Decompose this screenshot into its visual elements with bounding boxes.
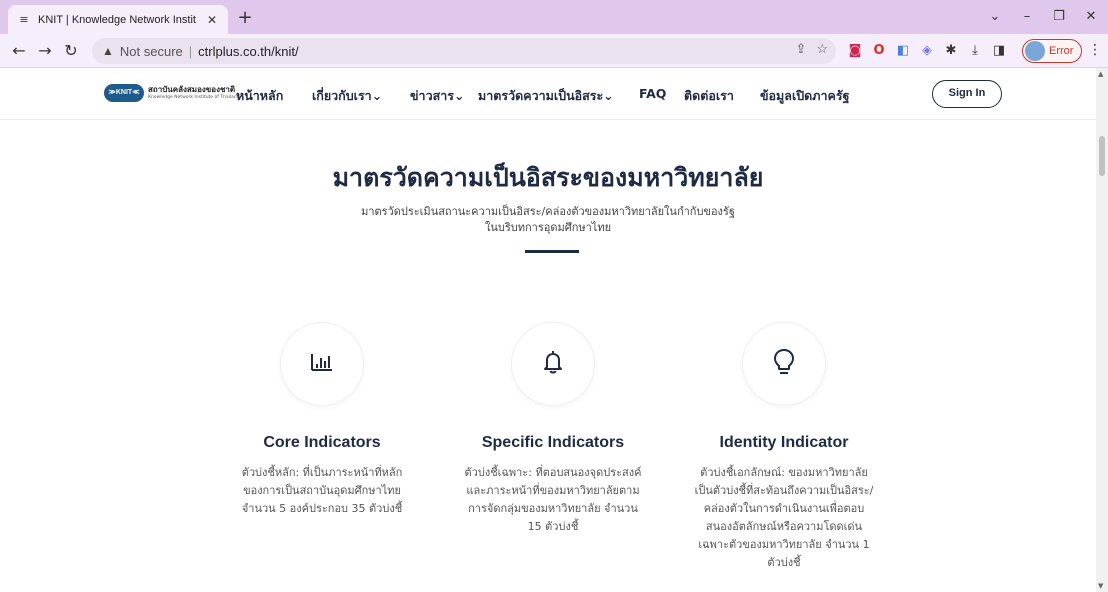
site-logo[interactable]: ≫KNIT≪ สถาบันคลังสมองของชาติ Knowledge N… xyxy=(104,84,240,102)
tab-close-icon[interactable]: ✕ xyxy=(204,12,220,28)
side-panel-icon[interactable]: ◨ xyxy=(990,42,1008,60)
logo-line-1: สถาบันคลังสมองของชาติ xyxy=(148,85,236,94)
back-button[interactable]: ← xyxy=(8,41,30,63)
browser-tab-active[interactable]: ≡ KNIT | Knowledge Network Instit ✕ xyxy=(8,5,228,34)
new-tab-button[interactable]: + xyxy=(234,8,256,30)
nav-autonomy-metric[interactable]: มาตรวัดความเป็นอิสระ⌄ xyxy=(478,86,614,106)
avatar xyxy=(1025,41,1045,61)
reload-button[interactable]: ↻ xyxy=(60,41,82,63)
nav-contact[interactable]: ติดต่อเรา xyxy=(684,86,734,106)
close-window-button[interactable]: ✕ xyxy=(1076,6,1106,28)
address-separator: | xyxy=(188,43,193,59)
page-scrollbar[interactable]: ▲ ▼ xyxy=(1096,68,1108,592)
extension-red-icon[interactable]: ◙ xyxy=(846,42,864,60)
page-title: มาตรวัดความเป็นอิสระของมหาวิทยาลัย xyxy=(332,163,764,192)
download-icon[interactable]: ⤓ xyxy=(966,42,984,60)
nav-about[interactable]: เกี่ยวกับเรา⌄ xyxy=(312,86,382,106)
warning-icon: ▲ xyxy=(102,44,114,58)
logo-line-2: Knowledge Network Institute of Thailand xyxy=(148,95,240,100)
scroll-down-icon[interactable]: ▼ xyxy=(1098,582,1103,590)
scroll-up-icon[interactable]: ▲ xyxy=(1098,70,1103,78)
nav-news[interactable]: ข่าวสาร⌄ xyxy=(410,86,464,106)
not-secure-label: Not secure xyxy=(119,43,183,59)
lightbulb-icon xyxy=(773,348,795,380)
card-icon-circle xyxy=(280,322,364,406)
page-subtitle-line-2: ในบริบทการอุดมศึกษาไทย xyxy=(484,221,612,234)
tab-strip: ≡ KNIT | Knowledge Network Instit ✕ + ⌄ … xyxy=(0,0,1108,34)
site-favicon-icon: ≡ xyxy=(19,13,29,26)
page-subtitle-line-1: มาตรวัดประเมินสถานะความเป็นอิสระ/คล่องตั… xyxy=(361,205,735,218)
bell-icon xyxy=(541,349,565,379)
site-navbar: ≫KNIT≪ สถาบันคลังสมองของชาติ Knowledge N… xyxy=(0,68,1096,120)
card-title: Specific Indicators xyxy=(481,434,625,451)
nav-home[interactable]: หน้าหลัก xyxy=(236,86,283,106)
card-description: ตัวบ่งชี้หลัก: ที่เป็นภาระหน้าที่หลักของ… xyxy=(241,466,403,515)
card-title: Core Indicators xyxy=(263,434,381,451)
diamond-extension-icon[interactable]: ◈ xyxy=(918,42,936,60)
restore-button[interactable]: ❐ xyxy=(1044,6,1074,28)
forward-button[interactable]: → xyxy=(34,41,56,63)
browser-menu-icon[interactable]: ⋮ xyxy=(1088,42,1102,58)
opera-extension-icon[interactable]: O xyxy=(870,42,888,60)
card-icon-circle xyxy=(742,322,826,406)
minimize-button[interactable]: – xyxy=(1012,6,1042,28)
scroll-thumb[interactable] xyxy=(1099,136,1105,176)
profile-error-label: Error xyxy=(1049,45,1074,57)
sign-in-button[interactable]: Sign In xyxy=(932,80,1002,108)
title-divider xyxy=(525,250,579,253)
logo-text: สถาบันคลังสมองของชาติ Knowledge Network … xyxy=(148,85,240,101)
bookmark-star-icon[interactable]: ☆ xyxy=(816,41,828,57)
translate-extension-icon[interactable]: ◧ xyxy=(894,42,912,60)
card-icon-circle xyxy=(511,322,595,406)
card-description: ตัวบ่งชี้เฉพาะ: ที่ตอบสนองจุดประสงค์และภ… xyxy=(464,466,642,533)
url-text: ctrlplus.co.th/knit/ xyxy=(198,43,299,59)
card-description: ตัวบ่งชี้เอกลักษณ์: ของมหาวิทยาลัย เป็นต… xyxy=(694,466,874,569)
page-viewport: ≫KNIT≪ สถาบันคลังสมองของชาติ Knowledge N… xyxy=(0,68,1096,592)
nav-open-data[interactable]: ข้อมูลเปิดภาครัฐ xyxy=(760,86,850,106)
page-subtitle: มาตรวัดประเมินสถานะความเป็นอิสระ/คล่องตั… xyxy=(348,204,748,236)
tab-title: KNIT | Knowledge Network Instit xyxy=(38,13,196,26)
logo-badge: ≫KNIT≪ xyxy=(104,84,144,102)
card-title: Identity Indicator xyxy=(719,434,849,451)
share-icon[interactable]: ⇪ xyxy=(795,41,806,57)
tab-search-icon[interactable]: ⌄ xyxy=(980,6,1010,28)
bar-chart-icon xyxy=(310,352,334,376)
nav-faq[interactable]: FAQ xyxy=(639,86,666,101)
profile-button[interactable]: Error xyxy=(1022,39,1082,63)
address-bar[interactable]: ▲ Not secure | ctrlplus.co.th/knit/ ⇪ ☆ xyxy=(92,38,836,64)
extensions-puzzle-icon[interactable]: ✱ xyxy=(942,42,960,60)
browser-toolbar: ← → ↻ ▲ Not secure | ctrlplus.co.th/knit… xyxy=(0,34,1108,68)
